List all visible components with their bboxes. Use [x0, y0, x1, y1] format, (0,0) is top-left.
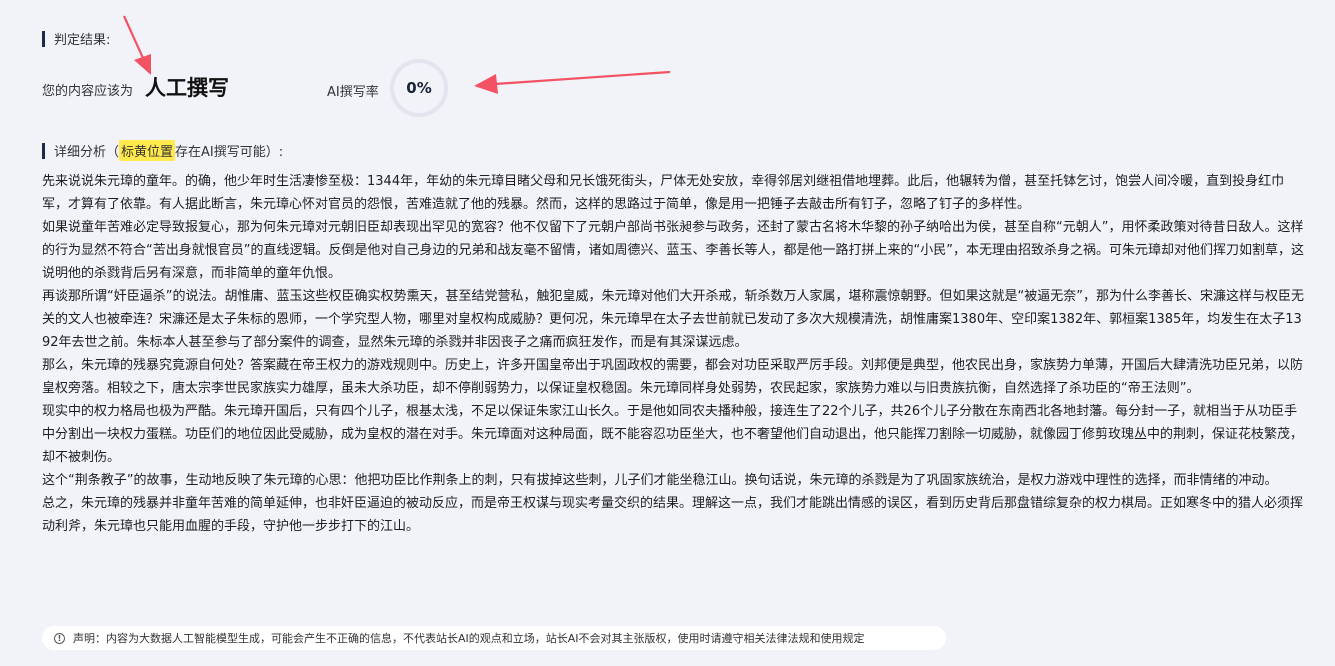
result-section-heading: 判定结果:: [42, 29, 110, 48]
ai-rate-label: AI撰写率: [327, 85, 379, 100]
analyzed-article: 先来说说朱元璋的童年。的确，他少年时生活凄惨至极：1344年，年幼的朱元璋目睹父…: [42, 170, 1304, 538]
heading-accent-bar: [42, 142, 45, 159]
article-paragraph: 这个“荆条教子”的故事，生动地反映了朱元璋的心思：他把功臣比作荆条上的刺，只有拔…: [42, 473, 1278, 488]
analysis-heading-after: 存在AI撰写可能）:: [175, 145, 284, 160]
article-paragraph: 再谈那所谓“奸臣逼杀”的说法。胡惟庸、蓝玉这些权臣确实权势熏天，甚至结党营私，触…: [42, 289, 1304, 350]
article-paragraph: 总之，朱元璋的残暴并非童年苦难的简单延伸，也非奸臣逼迫的被动反应，而是帝王权谋与…: [42, 496, 1304, 534]
arrow-to-verdict-icon: [122, 15, 151, 75]
arrow-to-rate-icon: [474, 70, 671, 94]
verdict-value: 人工撰写: [145, 76, 230, 100]
verdict-prefix: 您的内容应该为: [42, 84, 134, 99]
info-circle-icon: !: [54, 632, 65, 644]
annotation-arrows: [122, 15, 671, 94]
disclaimer-banner: ! 声明：内容为大数据人工智能模型生成，可能会产生不正确的信息，不代表站长AI的…: [42, 626, 946, 650]
detection-result-panel: 判定结果: 您的内容应该为 人工撰写 AI撰写率 0% 详细分析（ 标黄位置 存…: [0, 0, 1335, 666]
ai-rate-gauge: 0%: [389, 58, 449, 118]
analysis-heading-before: 详细分析（: [54, 145, 120, 160]
analysis-section-heading: 详细分析（ 标黄位置 存在AI撰写可能）:: [42, 140, 283, 161]
ai-rate-value: 0%: [406, 79, 432, 97]
article-paragraph: 那么，朱元璋的残暴究竟源自何处？答案藏在帝王权力的游戏规则中。历史上，许多开国皇…: [42, 358, 1304, 396]
article-paragraph: 先来说说朱元璋的童年。的确，他少年时生活凄惨至极：1344年，年幼的朱元璋目睹父…: [42, 174, 1285, 212]
disclaimer-text: 声明：内容为大数据人工智能模型生成，可能会产生不正确的信息，不代表站长AI的观点…: [73, 632, 865, 645]
article-paragraph: 如果说童年苦难必定导致报复心，那为何朱元璋对元朝旧臣却表现出罕见的宽容？他不仅留…: [42, 220, 1304, 281]
result-heading-text: 判定结果:: [54, 33, 111, 48]
heading-accent-bar: [42, 30, 45, 47]
analysis-heading-highlight: 标黄位置: [119, 140, 176, 161]
verdict: 您的内容应该为 人工撰写: [42, 72, 229, 102]
article-paragraph: 现实中的权力格局也极为严酷。朱元璋开国后，只有四个儿子，根基太浅，不足以保证朱家…: [42, 404, 1304, 465]
